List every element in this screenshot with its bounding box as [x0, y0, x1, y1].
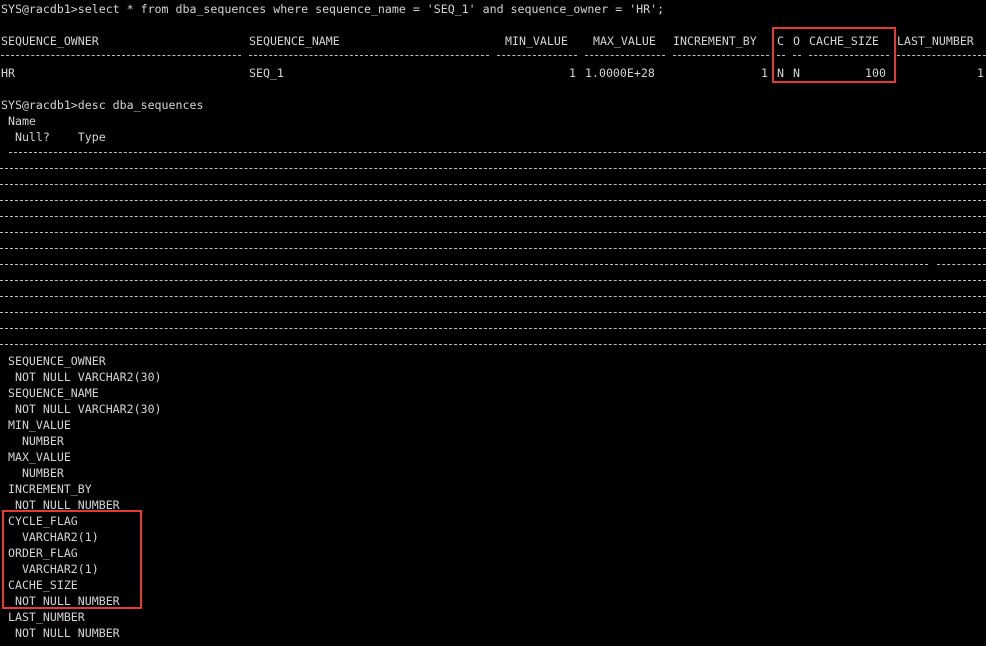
- desc-separator-line: [0, 328, 986, 329]
- underline-min-value: [497, 55, 577, 56]
- desc-separator-line: [0, 296, 986, 297]
- desc-name-header: Name: [1, 114, 36, 128]
- desc-separator-line: [0, 312, 986, 313]
- header-last-number: LAST_NUMBER: [897, 34, 974, 48]
- desc-separator-line: [0, 200, 986, 201]
- desc-column-name: MAX_VALUE: [1, 450, 71, 464]
- desc-column-type: NOT NULL VARCHAR2(30): [1, 402, 162, 416]
- desc-separator-line: [0, 232, 986, 233]
- desc-column-type: NUMBER: [1, 434, 64, 448]
- desc-separator-line: [9, 152, 986, 153]
- cell-max-value: 1.0000E+28: [585, 66, 655, 80]
- desc-column-name: LAST_NUMBER: [1, 610, 85, 624]
- cell-last-number: 1: [977, 66, 984, 80]
- desc-column-name: SEQUENCE_OWNER: [1, 354, 106, 368]
- desc-null-type-header: Null? Type: [1, 130, 106, 144]
- desc-separator-line: [0, 168, 986, 169]
- header-min-value: MIN_VALUE: [505, 34, 568, 48]
- desc-separator-line: [0, 216, 986, 217]
- desc-separator-line: [0, 280, 986, 281]
- select-prompt-line: SYS@racdb1>select * from dba_sequences w…: [1, 2, 665, 16]
- underline-increment-by: [673, 55, 769, 56]
- desc-column-name: SEQUENCE_NAME: [1, 386, 99, 400]
- desc-separator-line: [0, 248, 986, 249]
- desc-column-name: MIN_VALUE: [1, 418, 71, 432]
- desc-separator-line: [0, 344, 986, 345]
- desc-column-type: NOT NULL VARCHAR2(30): [1, 370, 162, 384]
- highlight-box-desc-columns: [2, 510, 142, 609]
- header-max-value: MAX_VALUE: [593, 34, 656, 48]
- header-sequence-name: SEQUENCE_NAME: [249, 34, 340, 48]
- desc-separator-line: [0, 184, 986, 185]
- cell-increment-by: 1: [761, 66, 768, 80]
- terminal-window[interactable]: SYS@racdb1>select * from dba_sequences w…: [0, 0, 986, 646]
- underline-sequence-name: [249, 55, 489, 56]
- highlight-box-columns: [772, 27, 896, 83]
- desc-separator-line: [937, 264, 986, 265]
- header-sequence-owner: SEQUENCE_OWNER: [1, 34, 99, 48]
- cell-min-value: 1: [569, 66, 576, 80]
- desc-column-name: INCREMENT_BY: [1, 482, 92, 496]
- underline-last-number: [897, 55, 986, 56]
- cell-sequence-owner: HR: [1, 66, 15, 80]
- underline-max-value: [585, 55, 665, 56]
- desc-column-type: NOT NULL NUMBER: [1, 626, 120, 640]
- underline-sequence-owner: [1, 55, 241, 56]
- cell-sequence-name: SEQ_1: [249, 66, 284, 80]
- header-increment-by: INCREMENT_BY: [673, 34, 757, 48]
- desc-prompt-line: SYS@racdb1>desc dba_sequences: [1, 98, 204, 112]
- desc-column-type: NUMBER: [1, 466, 64, 480]
- desc-separator-line: [0, 264, 928, 265]
